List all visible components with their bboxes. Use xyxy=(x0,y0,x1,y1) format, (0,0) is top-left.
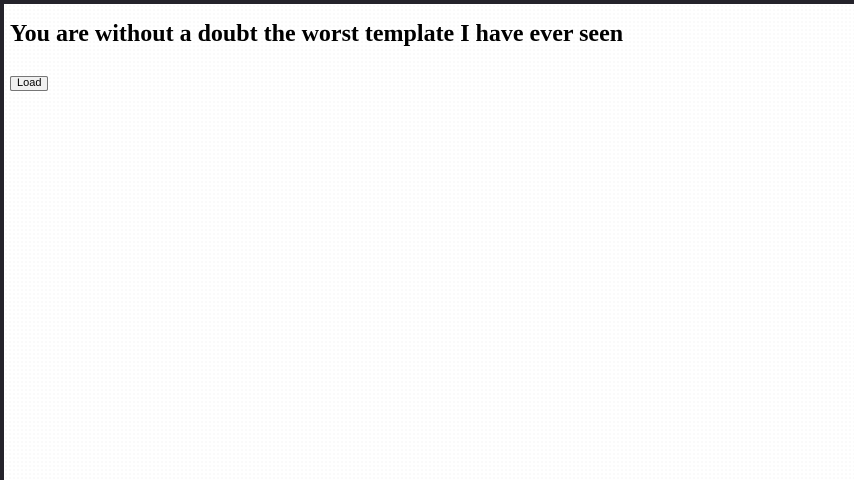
page-title: You are without a doubt the worst templa… xyxy=(10,21,624,47)
load-button[interactable]: Load xyxy=(10,76,49,91)
page-viewport: You are without a doubt the worst templa… xyxy=(4,4,854,480)
